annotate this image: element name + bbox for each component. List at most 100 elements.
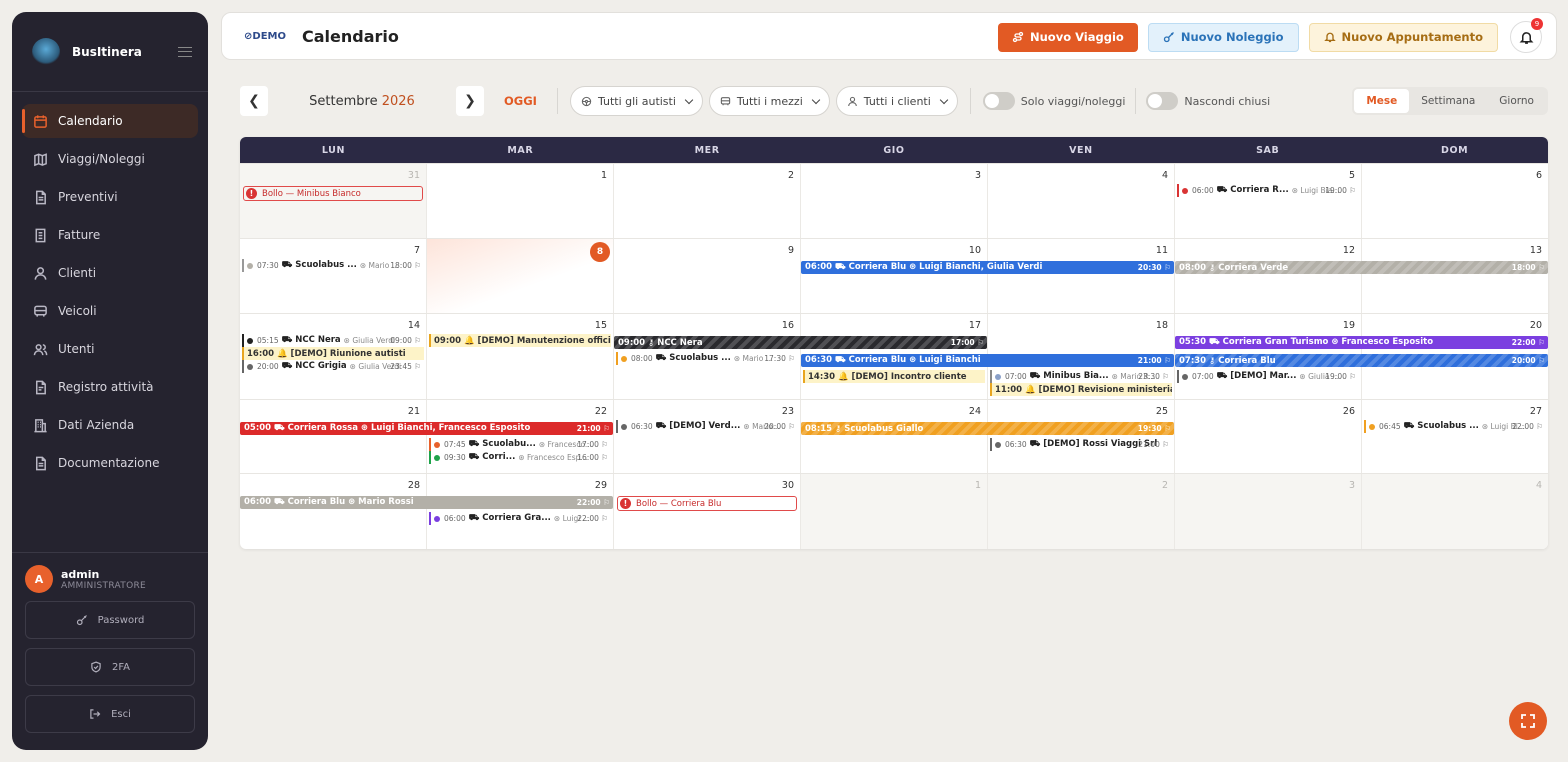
2fa-button[interactable]: 2FA [25, 648, 195, 686]
sidebar-item-calendario[interactable]: Calendario [22, 104, 198, 138]
day-cell[interactable]: 3 [1175, 474, 1362, 549]
day-cell[interactable]: 25 [988, 400, 1175, 473]
day-cell[interactable]: 10 [801, 239, 988, 313]
end-time: 17:30 [764, 354, 786, 363]
day-cell[interactable]: 27 [1362, 400, 1548, 473]
rental-bar-event[interactable]: 08:00 ⚷ Corriera Verde 18:00 ⚐ [1175, 261, 1548, 274]
day-cell[interactable]: 9 [614, 239, 801, 313]
user-role: AMMINISTRATORE [61, 580, 147, 591]
view-day-button[interactable]: Giorno [1487, 89, 1546, 113]
new-rental-button[interactable]: Nuovo Noleggio [1147, 22, 1299, 52]
event-name: Corriera R... [1230, 185, 1289, 195]
prev-month-button[interactable]: ❮ [240, 86, 268, 116]
sidebar-item-azienda[interactable]: Dati Azienda [22, 408, 198, 442]
day-cell[interactable]: 4 [988, 164, 1175, 238]
day-cell[interactable]: 3 [801, 164, 988, 238]
new-appointment-button[interactable]: Nuovo Appuntamento [1308, 22, 1498, 52]
day-cell[interactable]: 1 [427, 164, 614, 238]
day-cell[interactable]: 13 [1362, 239, 1548, 313]
day-cell[interactable]: 28 [240, 474, 427, 549]
event-end: 16:00 ⚐ [577, 453, 608, 462]
bollo-event[interactable]: ! Bollo — Minibus Bianco [243, 186, 423, 201]
trip-event[interactable]: 07:00 ⛟ [DEMO] Mar... ⊛ Giulia ... 19:00 ⚐ [1177, 370, 1359, 383]
next-month-button[interactable]: ❯ [456, 86, 484, 116]
vehicles-filter[interactable]: Tutti i mezzi [708, 86, 830, 116]
day-cell[interactable]: 2 [614, 164, 801, 238]
appointment-event[interactable]: 09:00 🔔 [DEMO] Manutenzione officina [429, 334, 611, 347]
day-number: 24 [968, 406, 981, 417]
view-week-button[interactable]: Settimana [1409, 89, 1487, 113]
sidebar-item-viaggi[interactable]: Viaggi/Noleggi [22, 142, 198, 176]
end-time: 16:00 [577, 453, 599, 462]
day-cell[interactable]: 30 [614, 474, 801, 549]
day-cell[interactable]: 11 [988, 239, 1175, 313]
sidebar-item-registro[interactable]: Registro attività [22, 370, 198, 404]
appointment-event[interactable]: 14:30 🔔 [DEMO] Incontro cliente [803, 370, 985, 383]
sidebar-item-utenti[interactable]: Utenti [22, 332, 198, 366]
trip-event[interactable]: 06:00 ⛟ Corriera Gra... ⊛ Luigi ... 22:00 ⚐ [429, 512, 611, 525]
trip-event[interactable]: 06:30 ⛟ [DEMO] Rossi Viaggi Srl 21:00 ⚐ [990, 438, 1172, 451]
new-trip-button[interactable]: Nuovo Viaggio [998, 22, 1138, 52]
trip-bar-event[interactable]: 06:00 ⛟ Corriera Blu ⊛ Luigi Bianchi, Gi… [801, 261, 1174, 274]
menu-toggle-icon[interactable] [178, 46, 192, 57]
clients-filter[interactable]: Tutti i clienti [835, 86, 958, 116]
day-cell[interactable]: 15 [427, 314, 614, 399]
day-cell[interactable]: 2 [988, 474, 1175, 549]
trip-event[interactable]: 06:30 ⛟ [DEMO] Verd... ⊛ Mario... 20:00 ⚐ [616, 420, 798, 433]
day-cell[interactable]: 26 [1175, 400, 1362, 473]
trip-event[interactable]: 09:30 ⛟ Corri... ⊛ Francesco Esp... 16:00 ⚐ [429, 451, 611, 464]
notifications-button[interactable]: 9 [1510, 18, 1543, 53]
alert-icon: ! [246, 188, 257, 199]
view-month-button[interactable]: Mese [1354, 89, 1410, 113]
trip-bar-event[interactable]: 05:30 ⛟ Corriera Gran Turismo ⊛ Francesc… [1175, 336, 1548, 349]
trip-bar-event[interactable]: 06:30 ⛟ Corriera Blu ⊛ Luigi Bianchi 21:0… [801, 354, 1174, 367]
trip-event[interactable]: 05:15 ⛟ NCC Nera ⊛ Giulia Verdi 09:00 ⚐ [242, 334, 424, 347]
toggle-switch[interactable] [1146, 92, 1179, 110]
trip-event[interactable]: 06:00 ⛟ Corriera R... ⊛ Luigi Bia... 19:00 … [1177, 184, 1359, 197]
trip-event[interactable]: 06:45 ⛟ Scuolabus ... ⊛ Luigi Bi... 22:00 ⚐ [1364, 420, 1546, 433]
day-cell[interactable]: 7 [240, 239, 427, 313]
trip-event[interactable]: 07:30 ⛟ Scuolabus ... ⊛ Mario ... 18:00 ⚐ [242, 259, 424, 272]
today-cell[interactable]: 8 [427, 239, 614, 313]
trip-event[interactable]: 07:45 ⛟ Scuolabu... ⊛ Francesco... 17:00 ⚐ [429, 438, 611, 451]
toggle-switch[interactable] [982, 92, 1015, 110]
sidebar-item-documentazione[interactable]: Documentazione [22, 446, 198, 480]
divider [969, 88, 971, 114]
hide-closed-toggle[interactable]: Nascondi chiusi [1146, 92, 1270, 110]
fullscreen-button[interactable] [1509, 702, 1547, 740]
end-time: 21:00 [1137, 356, 1162, 365]
sidebar-item-clienti[interactable]: Clienti [22, 256, 198, 290]
day-cell[interactable]: 1 [801, 474, 988, 549]
logout-button[interactable]: Esci [25, 695, 195, 733]
appointment-event[interactable]: 11:00 🔔 [DEMO] Revisione ministeriale [990, 383, 1172, 396]
only-trips-toggle[interactable]: Solo viaggi/noleggi [982, 92, 1125, 110]
day-cell[interactable]: 12 [1175, 239, 1362, 313]
driver-icon [581, 96, 592, 106]
sidebar-item-preventivi[interactable]: Preventivi [22, 180, 198, 214]
day-cell[interactable]: 6 [1362, 164, 1548, 238]
day-cell[interactable]: 23 [614, 400, 801, 473]
drivers-filter[interactable]: Tutti gli autisti [569, 86, 703, 116]
trip-event[interactable]: 08:00 ⛟ Scuolabus ... ⊛ Mario ... 17:30 ⚐ [616, 352, 798, 365]
appointment-event[interactable]: 16:00 🔔 [DEMO] Riunione autisti [242, 347, 424, 360]
rental-bar-event[interactable]: 08:15 ⚷ Scuolabus Giallo 19:30 ⚐ [801, 422, 1174, 435]
rental-bar-event[interactable]: 07:30 ⚷ Corriera Blu 20:00 ⚐ [1175, 354, 1548, 367]
sidebar-item-fatture[interactable]: Fatture [22, 218, 198, 252]
rental-bar-event[interactable]: 09:00 ⚷ NCC Nera 17:00 ⚐ [614, 336, 987, 349]
trip-event[interactable]: 07:00 ⛟ Minibus Bia... ⊛ Mario R... 23:30 ⚐ [990, 370, 1172, 383]
day-cell[interactable]: 5 [1175, 164, 1362, 238]
day-cell[interactable]: 24 [801, 400, 988, 473]
map-icon [32, 151, 48, 167]
sidebar-item-veicoli[interactable]: Veicoli [22, 294, 198, 328]
day-cell[interactable]: 21 [240, 400, 427, 473]
day-cell[interactable]: 4 [1362, 474, 1548, 549]
day-cell[interactable]: 31 [240, 164, 427, 238]
trip-bar-event[interactable]: 05:00 ⛟ Corriera Rossa ⊛ Luigi Bianchi, … [240, 422, 613, 435]
bollo-event[interactable]: ! Bollo — Corriera Blu [617, 496, 797, 511]
day-number: 2 [787, 170, 794, 181]
trip-event[interactable]: 20:00 ⛟ NCC Grigia ⊛ Giulia Verdi 23:45 ⚐ [242, 360, 424, 373]
password-button[interactable]: Password [25, 601, 195, 639]
trip-bar-event[interactable]: 06:00 ⛟ Corriera Blu ⊛ Mario Rossi 22:00 … [240, 496, 613, 509]
today-button[interactable]: OGGI [504, 94, 537, 108]
day-number: 6 [1535, 170, 1542, 181]
